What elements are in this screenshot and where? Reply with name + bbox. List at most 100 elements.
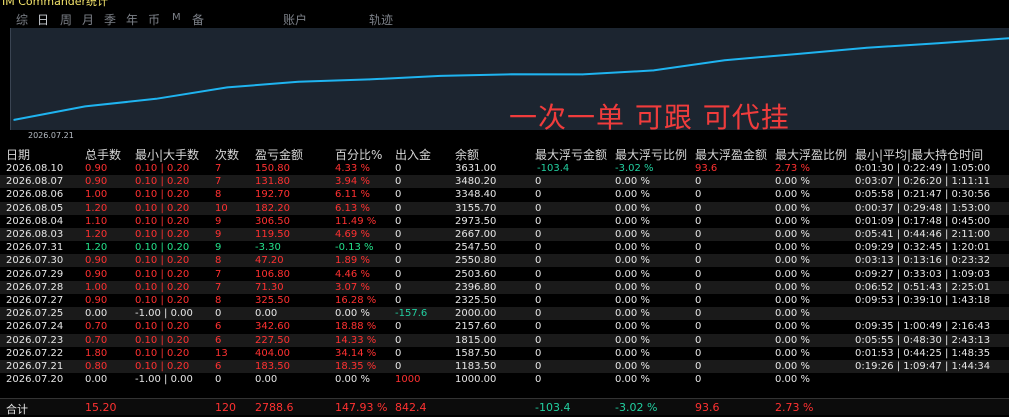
tab-monthly[interactable]: 月 (82, 11, 94, 28)
row-percent: 11.49 % (335, 215, 377, 227)
table-row[interactable]: 2026.07.24 0.70 0.10 | 0.20 6 342.60 18.88 % 0… (0, 320, 1009, 333)
row-count: 9 (215, 242, 222, 254)
row-balance: 2000.00 (455, 308, 497, 320)
row-max-float-profit-pct: 0.00 % (775, 229, 810, 240)
table-row[interactable]: 2026.08.05 1.20 0.10 | 0.20 10 182.20 6.13 % 0… (0, 201, 1009, 215)
col-count[interactable]: 次数 (215, 146, 239, 163)
row-pnl: 183.50 (255, 361, 290, 372)
row-hold-time: 0:06:52 | 0:51:43 | 2:25:01 (855, 281, 991, 293)
row-count: 8 (215, 295, 222, 306)
col-max-float-loss[interactable]: 最大浮亏金额 (535, 146, 607, 163)
row-balance: 2973.50 (455, 215, 497, 227)
row-hold-time: 0:01:30 | 0:22:49 | 1:05:00 (855, 163, 991, 174)
row-total-lots: 0.90 (85, 295, 108, 306)
table-row[interactable]: 2026.07.23 0.70 0.10 | 0.20 6 227.50 14.33 % 0… (0, 333, 1009, 347)
row-max-float-loss: 0 (535, 361, 542, 372)
totals-io: 842.4 (395, 401, 427, 414)
row-min-max-lots: 0.10 | 0.20 (135, 268, 190, 280)
row-max-float-loss: 0 (535, 295, 542, 306)
table-row[interactable]: 2026.07.30 0.90 0.10 | 0.20 8 47.20 1.89 % 0 25… (0, 254, 1009, 268)
totals-max-float-loss-pct: -3.02 % (615, 401, 658, 414)
col-total-lots[interactable]: 总手数 (85, 146, 121, 163)
row-total-lots: 0.90 (85, 255, 108, 267)
table-row[interactable]: 2026.08.10 0.90 0.10 | 0.20 7 150.80 4.33 % 0 3… (0, 162, 1009, 175)
row-pnl: 71.30 (255, 281, 284, 293)
tab-daily[interactable]: 日 (37, 11, 49, 28)
row-count: 10 (215, 202, 228, 214)
row-balance: 2157.60 (455, 321, 497, 333)
tab-weekly[interactable]: 周 (60, 11, 72, 28)
row-hold-time: 0:03:13 | 0:13:16 | 0:23:32 (855, 255, 991, 267)
tab-yearly[interactable]: 年 (126, 11, 138, 28)
title-bar: IM Commander统计 (0, 0, 1009, 8)
tab-summary[interactable]: 综 (16, 11, 28, 28)
row-min-max-lots: 0.10 | 0.20 (135, 295, 190, 306)
tab-notes[interactable]: 备 (192, 11, 204, 28)
table-row[interactable]: 2026.07.22 1.80 0.10 | 0.20 13 404.00 34.14 %… (0, 347, 1009, 360)
table-row[interactable]: 2026.07.31 1.20 0.10 | 0.20 9 -3.30 -0.13 % 0 2… (0, 241, 1009, 254)
col-date[interactable]: 日期 (6, 146, 30, 163)
row-hold-time: 0:01:53 | 0:44:25 | 1:48:35 (855, 347, 991, 359)
row-max-float-profit: 0 (695, 321, 702, 333)
row-count: 7 (215, 163, 222, 174)
tab-account[interactable]: 账户 (283, 11, 307, 28)
col-pnl[interactable]: 盈亏金额 (255, 146, 303, 163)
table-row[interactable]: 2026.07.21 0.80 0.10 | 0.20 6 183.50 18.35 % 0… (0, 360, 1009, 373)
row-deposit: 0 (395, 281, 402, 293)
row-max-float-loss-pct: 0.00 % (615, 321, 650, 333)
table-row[interactable]: 2026.07.25 0.00 -1.00 | 0.00 0 0.00 0.00 % -15… (0, 307, 1009, 321)
row-min-max-lots: -1.00 | 0.00 (135, 374, 193, 386)
row-max-float-profit: 0 (695, 215, 702, 227)
row-pnl: 119.50 (255, 229, 290, 240)
period-tabs: 综 日 周 月 季 年 币 M 备 账户 轨迹 (0, 10, 1009, 28)
table-row[interactable]: 2026.07.28 1.00 0.10 | 0.20 7 71.30 3.07 % 0 23… (0, 280, 1009, 294)
row-max-float-profit-pct: 0.00 % (775, 374, 810, 386)
col-max-float-profit[interactable]: 最大浮盈金额 (695, 146, 767, 163)
row-deposit: 1000 (395, 374, 421, 386)
tab-m[interactable]: M (172, 12, 181, 23)
row-balance: 1815.00 (455, 334, 497, 346)
table-row[interactable]: 2026.08.06 1.00 0.10 | 0.20 8 192.70 6.11 % 0 3… (0, 188, 1009, 201)
col-min-max-lots[interactable]: 最小|大手数 (135, 146, 199, 163)
tab-currency[interactable]: 币 (148, 11, 160, 28)
totals-pct: 147.93 % (335, 401, 388, 414)
row-balance: 1000.00 (455, 374, 497, 386)
row-max-float-loss: 0 (535, 189, 542, 201)
tab-quarterly[interactable]: 季 (104, 11, 116, 28)
row-max-float-loss: 0 (535, 242, 542, 254)
col-max-float-profit-pct[interactable]: 最大浮盈比例 (775, 146, 847, 163)
row-total-lots: 1.80 (85, 347, 108, 359)
row-max-float-loss: 0 (535, 268, 542, 280)
row-date: 2026.07.21 (6, 361, 64, 372)
table-row[interactable]: 2026.08.03 1.20 0.10 | 0.20 9 119.50 4.69 % 0 2… (0, 228, 1009, 241)
row-max-float-profit: 93.6 (695, 163, 718, 174)
col-balance[interactable]: 余额 (455, 146, 479, 163)
row-balance: 3348.40 (455, 189, 497, 201)
tab-track[interactable]: 轨迹 (369, 11, 393, 28)
row-max-float-loss-pct: 0.00 % (615, 361, 650, 372)
col-percent[interactable]: 百分比% (335, 146, 382, 163)
row-max-float-loss-pct: 0.00 % (615, 295, 650, 306)
row-max-float-loss-pct: 0.00 % (615, 176, 650, 188)
row-count: 6 (215, 361, 222, 372)
row-min-max-lots: 0.10 | 0.20 (135, 361, 190, 372)
table-row[interactable]: 2026.07.27 0.90 0.10 | 0.20 8 325.50 16.28 % 0… (0, 294, 1009, 307)
row-hold-time: 0:03:07 | 0:26:20 | 1:11:11 (855, 176, 991, 188)
row-count: 6 (215, 321, 222, 333)
row-percent: 16.28 % (335, 295, 377, 306)
table-row[interactable]: 2026.08.04 1.10 0.10 | 0.20 9 306.50 11.49 % 0… (0, 215, 1009, 228)
row-date: 2026.07.29 (6, 268, 64, 280)
row-total-lots: 1.20 (85, 242, 108, 254)
table-row[interactable]: 2026.07.20 0.00 -1.00 | 0.00 0 0.00 0.00 % 100… (0, 373, 1009, 386)
col-hold-time[interactable]: 最小|平均|最大持仓时间 (855, 146, 983, 163)
row-pnl: 342.60 (255, 321, 290, 333)
row-max-float-loss-pct: 0.00 % (615, 281, 650, 293)
table-row[interactable]: 2026.07.29 0.90 0.10 | 0.20 7 106.80 4.46 % 0 2… (0, 268, 1009, 281)
row-percent: 0.00 % (335, 308, 370, 320)
row-pnl: 0.00 (255, 308, 278, 320)
row-max-float-loss-pct: 0.00 % (615, 242, 650, 254)
col-max-float-loss-pct[interactable]: 最大浮亏比例 (615, 146, 687, 163)
col-deposit[interactable]: 出入金 (395, 146, 431, 163)
table-row[interactable]: 2026.08.07 0.90 0.10 | 0.20 7 131.80 3.94 % 0 3… (0, 175, 1009, 189)
app-title: IM Commander统计 (2, 0, 109, 8)
